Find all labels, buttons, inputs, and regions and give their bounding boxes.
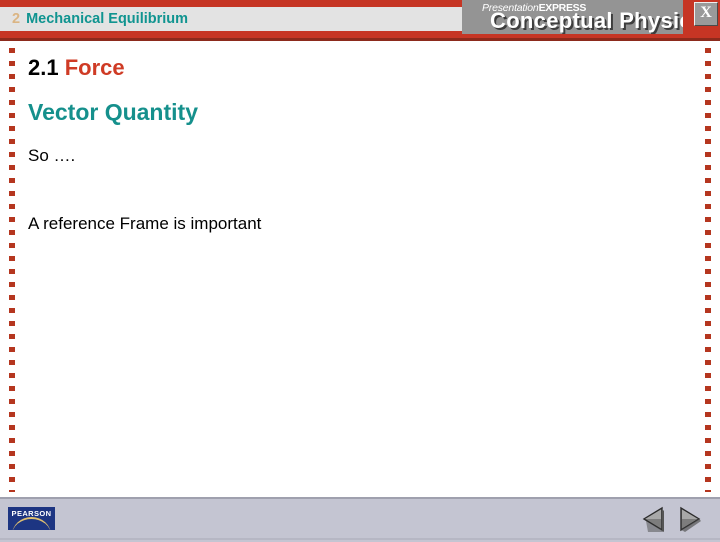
triangle-right-icon — [680, 506, 701, 532]
header-underline — [0, 38, 720, 41]
chapter-title: Mechanical Equilibrium — [26, 10, 189, 27]
section-heading: 2.1 Force — [28, 55, 125, 81]
pearson-logo: PEARSON — [8, 507, 55, 530]
dotted-rail-right — [705, 48, 711, 492]
dotted-rail-left — [9, 48, 15, 492]
next-slide-button[interactable] — [675, 504, 705, 534]
brand-box: PresentationEXPRESS Conceptual Physics — [462, 0, 683, 34]
section-title: Force — [64, 55, 125, 80]
subheading: Vector Quantity — [28, 99, 198, 125]
slide-canvas: 2 Mechanical Equilibrium PresentationEXP… — [0, 0, 720, 542]
slide-content: 2.1 Force Vector Quantity So …. A refere… — [26, 48, 686, 488]
chapter-number: 2 — [12, 10, 21, 27]
section-number: 2.1 — [28, 55, 59, 80]
body-text-line-2: A reference Frame is important — [28, 214, 262, 233]
body-text-line-1: So …. — [28, 146, 76, 165]
footer-bar: PEARSON — [0, 497, 720, 542]
pearson-swoosh-icon — [12, 517, 51, 530]
close-icon[interactable]: X — [694, 2, 718, 26]
chapter-title-plate: 2 Mechanical Equilibrium — [0, 7, 462, 31]
triangle-left-icon — [642, 506, 664, 532]
brand-product-title: Conceptual Physics — [490, 8, 683, 33]
previous-slide-button[interactable] — [638, 504, 668, 534]
header-banner: 2 Mechanical Equilibrium PresentationEXP… — [0, 0, 720, 38]
